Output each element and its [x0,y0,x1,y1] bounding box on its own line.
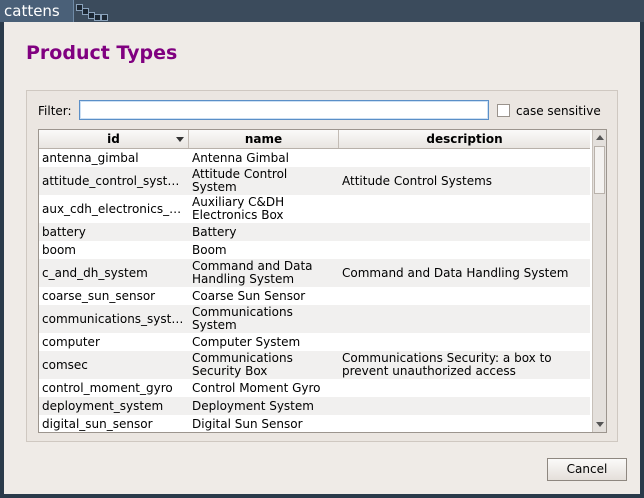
table-row[interactable]: digital_sun_sensor Digital Sun Sensor [39,415,590,432]
cell-id: antenna_gimbal [42,150,139,165]
scroll-down-arrow-icon[interactable] [593,417,606,431]
cell-name: Control Moment Gyro [192,380,321,395]
table-row[interactable]: comsec Communications Security Box Communi… [39,351,590,379]
product-types-table: id name description antenna_gimbal Antenn… [38,129,607,433]
table-row[interactable]: attitude_control_syst… Attitude Control S… [39,167,590,195]
vertical-scrollbar[interactable] [592,130,606,432]
cell-description [339,415,589,432]
cell-name: Antenna Gimbal [192,150,289,165]
cell-description [339,241,589,259]
cell-name: Digital Sun Sensor [192,416,303,431]
cell-name: Boom [192,242,227,257]
cell-id: comsec [42,357,88,372]
cell-description [339,223,589,241]
cell-description [339,195,589,223]
cell-name: Battery [192,224,237,239]
table-row[interactable]: computer Computer System [39,333,590,351]
product-types-dialog: Product Types Filter: case sensitive id … [4,22,640,494]
scroll-up-arrow-icon[interactable] [593,131,606,145]
case-sensitive-checkbox[interactable] [497,104,510,117]
cell-id: boom [42,242,76,257]
table-row[interactable]: coarse_sun_sensor Coarse Sun Sensor [39,287,590,305]
cell-id: attitude_control_syst… [42,173,180,188]
cell-id: c_and_dh_system [42,265,148,280]
cell-id: battery [42,224,86,239]
cell-name: Auxiliary C&DH Electronics Box [192,195,285,222]
column-header-id[interactable]: id [39,130,189,148]
table-row[interactable]: boom Boom [39,241,590,259]
scrollbar-thumb[interactable] [594,146,605,194]
table-panel: Filter: case sensitive id name descripti… [26,90,618,442]
cell-id: control_moment_gyro [42,380,173,395]
cell-description [339,333,589,351]
cell-id: communications_syst… [42,311,184,326]
window-title-tab[interactable]: cattens [0,0,74,22]
column-header-id-label: id [107,132,120,146]
cell-name: Communications System [192,305,293,332]
filter-input[interactable] [79,100,489,120]
cell-id: coarse_sun_sensor [42,288,156,303]
table-row[interactable]: communications_syst… Communications Syste… [39,305,590,333]
cell-id: digital_sun_sensor [42,416,153,431]
column-header-description-label: description [426,132,503,146]
cell-id: aux_cdh_electronics_… [42,201,182,216]
cancel-button[interactable]: Cancel [547,458,627,481]
cell-name: Attitude Control System [192,167,288,194]
cell-name: Computer System [192,334,301,349]
table-row[interactable]: battery Battery [39,223,590,241]
cell-name: Communications Security Box [192,351,293,378]
filter-label: Filter: [38,104,72,118]
table-body: antenna_gimbal Antenna Gimbal attitude_con… [39,149,590,432]
cell-description: Communications Security: a box to preven… [342,351,552,378]
cell-id: computer [42,334,100,349]
column-header-name-label: name [244,132,283,146]
cell-name: Command and Data Handling System [192,259,313,286]
dialog-heading: Product Types [26,42,178,64]
table-row[interactable]: antenna_gimbal Antenna Gimbal [39,149,590,167]
table-row[interactable]: c_and_dh_system Command and Data Handling… [39,259,590,287]
cell-description [339,379,589,397]
cell-description: Attitude Control Systems [342,173,493,188]
window-title: cattens [4,2,60,20]
window-titlebar[interactable]: cattens [0,0,644,22]
column-header-name[interactable]: name [189,130,339,148]
table-header: id name description [39,130,590,149]
sort-descending-icon [176,137,184,142]
cell-description [339,149,589,167]
cell-id: deployment_system [42,398,164,413]
cell-name: Coarse Sun Sensor [192,288,306,303]
cell-description: Command and Data Handling System [342,265,569,280]
table-row[interactable]: deployment_system Deployment System [39,397,590,415]
column-header-description[interactable]: description [339,130,590,148]
cell-description [339,305,589,333]
case-sensitive-label: case sensitive [516,104,601,118]
table-row[interactable]: aux_cdh_electronics_… Auxiliary C&DH Elec… [39,195,590,223]
table-row[interactable]: control_moment_gyro Control Moment Gyro [39,379,590,397]
titlebar-pattern-icon [74,2,110,22]
cell-description [339,397,589,415]
cell-name: Deployment System [192,398,314,413]
cell-description [339,287,589,305]
